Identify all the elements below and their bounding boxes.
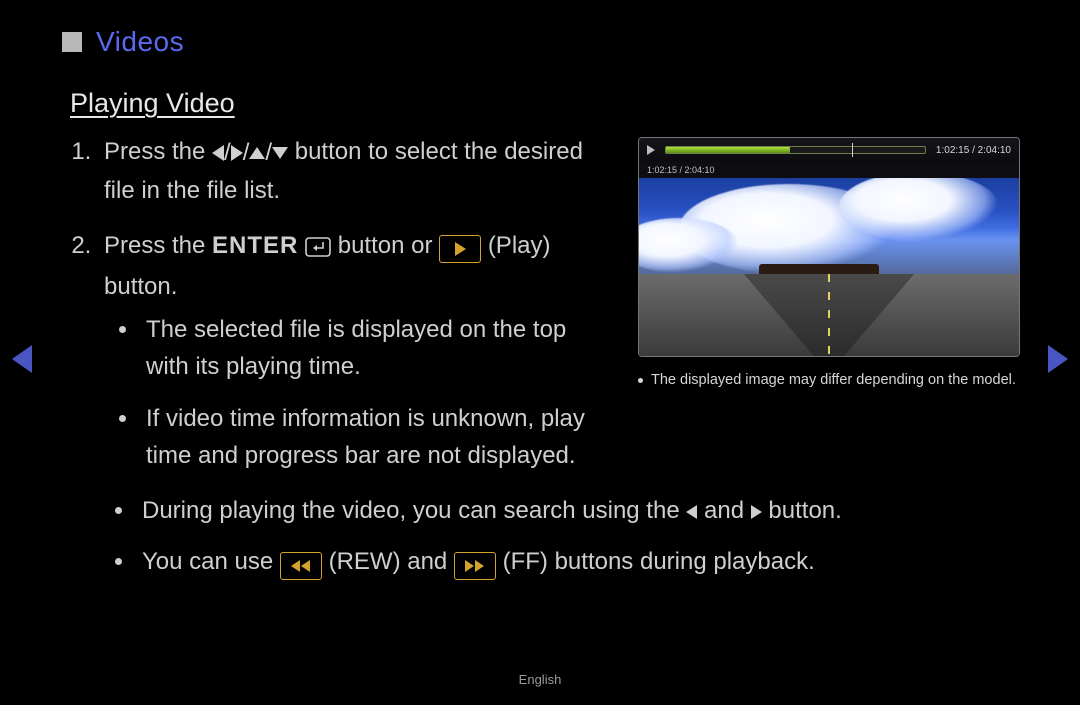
video-preview: 1:02:15 / 2:04:10 1:02:15 / 2:04:10	[638, 137, 1020, 357]
square-marker-icon	[62, 32, 82, 52]
dpad-icons: ///	[212, 134, 288, 171]
content-area: Press the /// button to select the desir…	[62, 133, 1018, 492]
next-page-button[interactable]	[1048, 345, 1068, 373]
preview-time-top: 1:02:15 / 2:04:10	[936, 145, 1011, 156]
chevron-left-icon	[12, 345, 32, 373]
preview-progress-marker	[852, 143, 853, 157]
right-arrow-icon	[751, 505, 762, 519]
steps-list: Press the /// button to select the desir…	[70, 133, 610, 474]
rewind-button-icon	[280, 552, 322, 580]
chevron-right-icon	[1048, 345, 1068, 373]
down-arrow-icon	[272, 147, 288, 159]
footer-language: English	[0, 672, 1080, 687]
nested-bullet-1: The selected file is displayed on the to…	[140, 311, 610, 385]
cloud-icon	[839, 178, 999, 242]
page-subtitle: Playing Video	[70, 88, 1018, 119]
preview-play-icon	[647, 145, 655, 155]
preview-top-bar: 1:02:15 / 2:04:10	[639, 138, 1019, 162]
step2-text-b: button or	[338, 232, 439, 259]
enter-label: ENTER	[212, 232, 298, 259]
nested-bullet-2: If video time information is unknown, pl…	[140, 400, 610, 474]
lane-marker	[828, 274, 830, 356]
instructions-column: Press the /// button to select the desir…	[62, 133, 610, 492]
preview-thumbnail	[639, 178, 1019, 356]
b4-rew: (REW) and	[329, 548, 454, 575]
b3-a: During playing the video, you can search…	[142, 497, 686, 524]
nested-bullets: The selected file is displayed on the to…	[104, 311, 610, 474]
play-button-icon	[439, 235, 481, 263]
b3-mid: and	[704, 497, 751, 524]
manual-page: Videos Playing Video Press the /// butto…	[0, 0, 1080, 705]
step-1: Press the /// button to select the desir…	[98, 133, 610, 209]
preview-caption-text: The displayed image may differ depending…	[651, 371, 1016, 391]
b4-ff: (FF) buttons during playback.	[503, 548, 815, 575]
preview-time-sub: 1:02:15 / 2:04:10	[647, 165, 715, 175]
full-width-bullets: During playing the video, you can search…	[62, 492, 1018, 580]
b4-a: You can use	[142, 548, 280, 575]
enter-icon	[305, 231, 331, 268]
preview-caption: The displayed image may differ depending…	[638, 371, 1018, 391]
section-header: Videos	[62, 26, 1018, 58]
bullet-dot-icon	[638, 378, 643, 383]
preview-progress-fill	[666, 147, 790, 153]
road-shape	[639, 274, 1019, 356]
bullet-search: During playing the video, you can search…	[136, 492, 1018, 529]
preview-progress-bar	[665, 146, 926, 154]
step2-text-a: Press the	[104, 232, 212, 259]
section-title: Videos	[96, 26, 184, 58]
step-2: Press the ENTER button or (Play) button.	[98, 227, 610, 474]
left-arrow-icon	[212, 145, 224, 161]
up-arrow-icon	[249, 147, 265, 159]
preview-sub-bar: 1:02:15 / 2:04:10	[639, 162, 1019, 178]
right-arrow-icon	[231, 145, 243, 161]
prev-page-button[interactable]	[12, 345, 32, 373]
bullet-rew-ff: You can use (REW) and (FF) buttons durin…	[136, 543, 1018, 580]
preview-column: 1:02:15 / 2:04:10 1:02:15 / 2:04:10 The …	[638, 133, 1018, 391]
step1-text-a: Press the	[104, 138, 212, 165]
fast-forward-button-icon	[454, 552, 496, 580]
left-arrow-icon	[686, 505, 697, 519]
b3-b: button.	[768, 497, 841, 524]
